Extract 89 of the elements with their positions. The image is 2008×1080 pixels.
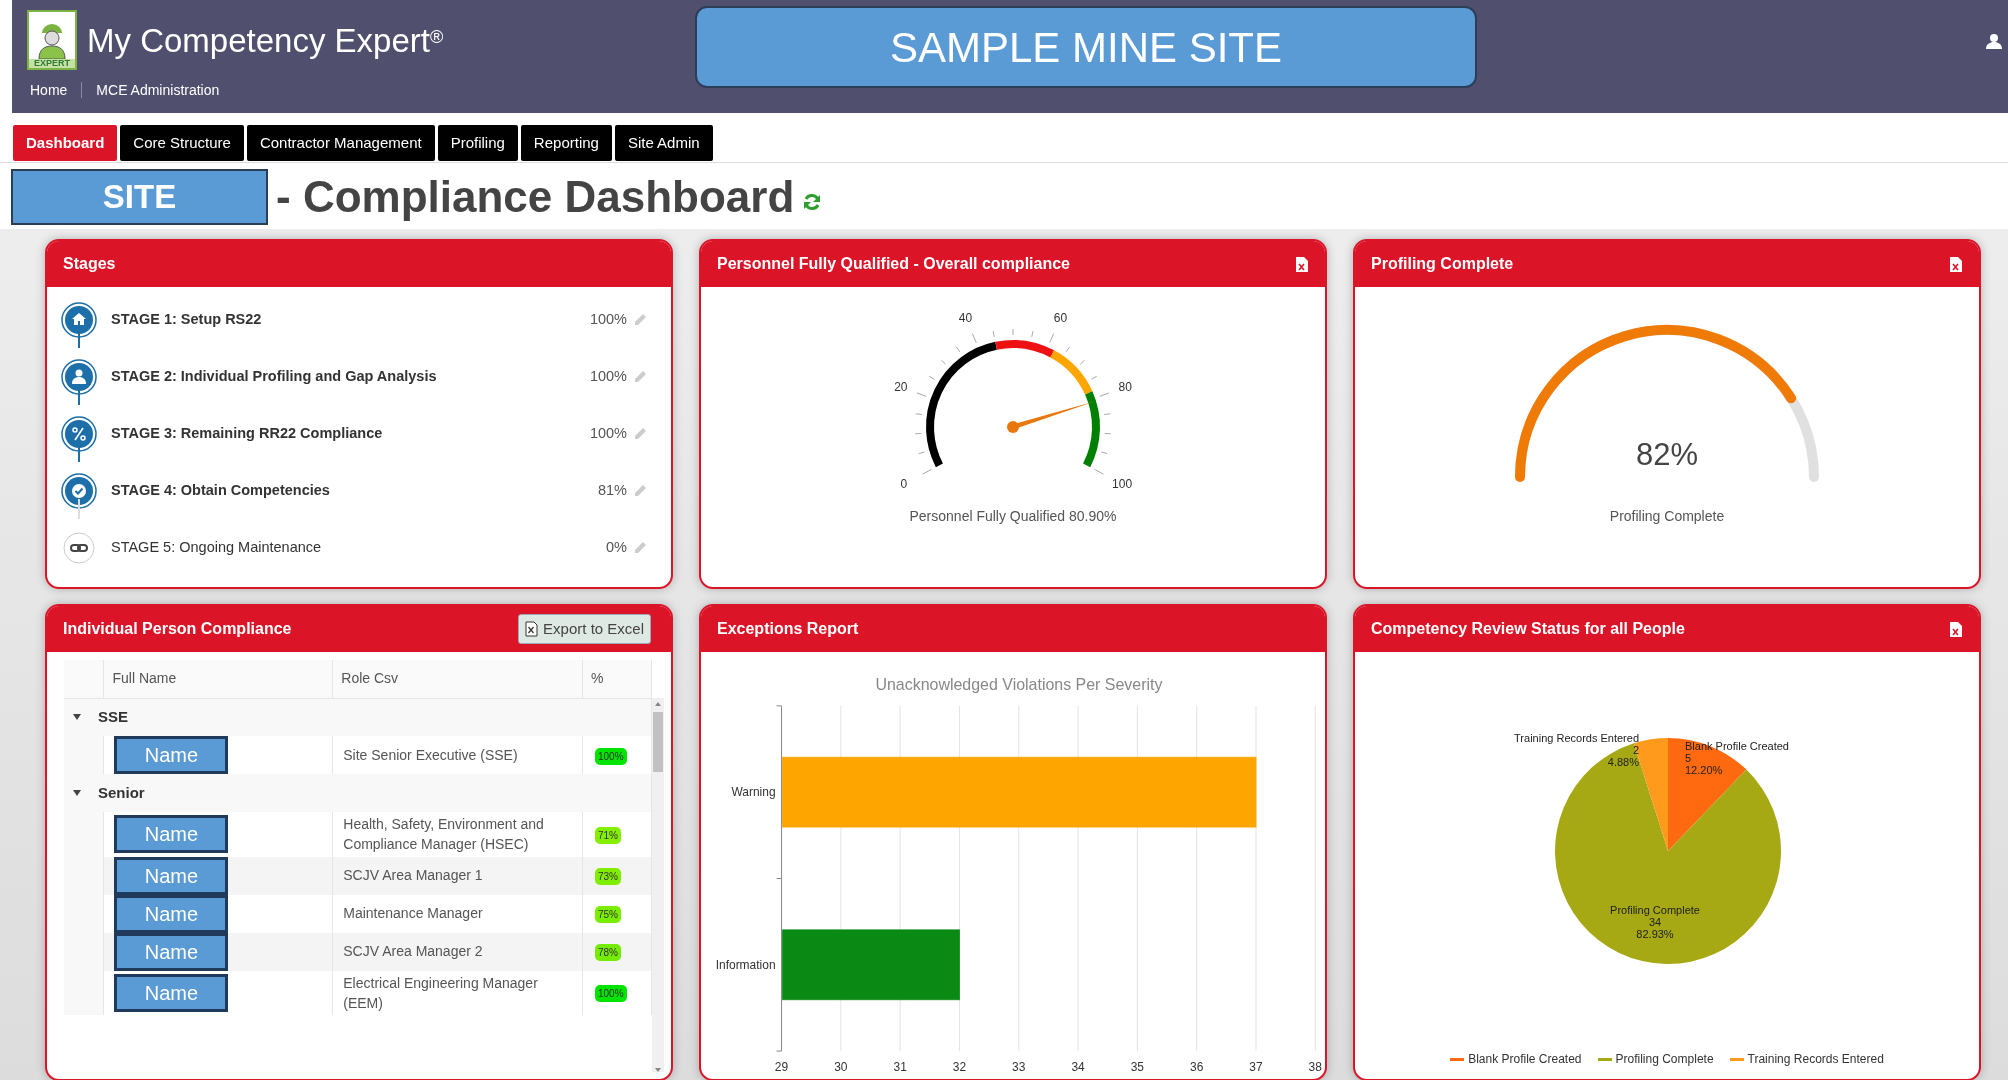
group-label: SSE: [98, 707, 128, 727]
percent-badge: 73%: [595, 868, 621, 886]
panel-title: Competency Review Status for all People: [1371, 619, 1685, 639]
axis-tick-label: 30: [834, 1060, 848, 1074]
column-header[interactable]: Role Csv: [341, 670, 399, 687]
gauge-tick-label: 0: [900, 476, 908, 491]
stage-label: STAGE 4: Obtain Competencies: [111, 480, 331, 500]
logo-text: EXPERT: [29, 59, 75, 68]
axis-category-label: Information: [715, 957, 776, 972]
stage-label: STAGE 2: Individual Profiling and Gap Analysis: [111, 366, 438, 386]
stage-percent: 0%: [606, 537, 627, 557]
slice-label: 82.93%: [1636, 928, 1674, 940]
export-button[interactable]: Export to Excel: [518, 613, 651, 645]
percent-badge: 100%: [595, 985, 627, 1003]
caret-down-icon[interactable]: [72, 788, 82, 798]
refresh-icon[interactable]: [802, 191, 823, 212]
role-cell: SCJV Area Manager 1: [343, 867, 483, 884]
excel-file-icon[interactable]: [1295, 255, 1309, 273]
slice-label: 34: [1648, 916, 1662, 928]
panel-title: Profiling Complete: [1371, 254, 1514, 274]
panel-title: Personnel Fully Qualified - Overall compliance: [717, 254, 1070, 274]
tab[interactable]: Core Structure: [120, 125, 244, 161]
axis-tick-label: 32: [952, 1060, 967, 1074]
gauge-tick-label: 20: [894, 380, 908, 395]
group-label: Senior: [98, 782, 145, 803]
role-cell: Electrical Engineering Manager (EEM): [343, 974, 538, 1011]
axis-tick-label: 31: [893, 1060, 907, 1074]
axis-category-label: Warning: [731, 785, 776, 800]
slice-label: Blank Profile Created: [1685, 740, 1789, 752]
gauge-caption: Personnel Fully Qualified 80.90%: [909, 508, 1117, 524]
axis-tick-label: 38: [1308, 1060, 1322, 1074]
panel-title: Exceptions Report: [717, 619, 859, 639]
axis-tick-label: 33: [1012, 1060, 1026, 1074]
slice-label: 12.20%: [1685, 764, 1723, 776]
gauge-tick-label: 80: [1118, 380, 1132, 395]
percent-badge: 78%: [595, 944, 621, 962]
scrollbar[interactable]: [652, 698, 664, 1072]
role-cell: SCJV Area Manager 2: [343, 943, 483, 960]
role-cell: Site Senior Executive (SSE): [343, 746, 518, 763]
tab[interactable]: Reporting: [520, 125, 612, 161]
axis-tick-label: 29: [774, 1060, 789, 1074]
panel-title: Stages: [63, 254, 116, 274]
stage-percent: 81%: [597, 480, 627, 500]
nav-link[interactable]: MCE Administration: [96, 80, 220, 101]
gauge-tick-label: 100: [1112, 476, 1133, 491]
tab[interactable]: Site Admin: [614, 125, 713, 161]
app-title: My Competency Expert$^{®}$: [87, 23, 444, 57]
slice-label: Profiling Complete: [1610, 904, 1700, 916]
slice-label: 2: [1632, 744, 1639, 756]
stage-percent: 100%: [589, 309, 627, 329]
axis-tick-label: 37: [1249, 1060, 1263, 1074]
legend-item[interactable]: Training Records Entered: [1729, 1050, 1884, 1068]
stage-percent: 100%: [589, 423, 627, 443]
stage-percent: 100%: [589, 366, 627, 386]
percent-badge: 75%: [595, 906, 621, 924]
gauge-tick-label: 40: [958, 310, 973, 325]
legend-item[interactable]: Blank Profile Created: [1450, 1050, 1582, 1068]
progress-value: 82%: [1636, 437, 1698, 472]
axis-tick-label: 34: [1071, 1060, 1085, 1074]
role-cell: Health, Safety, Environment and Compliance Manager (HSEC): [343, 816, 544, 853]
excel-file-icon[interactable]: [1949, 255, 1963, 273]
excel-file-icon: [525, 621, 539, 637]
axis-tick-label: 36: [1190, 1060, 1204, 1074]
site-label: SITE: [11, 168, 268, 225]
page-title: - Compliance Dashboard: [276, 170, 795, 223]
tab[interactable]: Dashboard: [13, 125, 118, 161]
percent-badge: 100%: [595, 747, 627, 765]
tab[interactable]: Contractor Management: [246, 125, 435, 161]
role-cell: Maintenance Manager: [343, 905, 483, 922]
nav-link[interactable]: Home: [30, 80, 68, 101]
stage-label: STAGE 3: Remaining RR22 Compliance: [111, 423, 384, 443]
slice-label: 5: [1685, 752, 1692, 764]
axis-tick-label: 35: [1130, 1060, 1145, 1074]
panel-title: Individual Person Compliance: [63, 619, 292, 639]
excel-file-icon[interactable]: [1949, 620, 1963, 638]
legend-item[interactable]: Profiling Complete: [1597, 1050, 1714, 1068]
stage-label: STAGE 5: Ongoing Maintenance: [111, 537, 323, 557]
percent-badge: 71%: [595, 826, 621, 844]
gauge-tick-label: 60: [1053, 310, 1068, 325]
column-header[interactable]: Full Name: [112, 670, 177, 687]
site-banner: SAMPLE MINE SITE: [695, 6, 1477, 88]
user-icon[interactable]: [1986, 33, 2002, 49]
gauge-caption: Profiling Complete: [1609, 508, 1725, 524]
slice-label: 4.88%: [1607, 756, 1639, 768]
tab[interactable]: Profiling: [437, 125, 518, 161]
column-header[interactable]: %: [591, 670, 604, 687]
slice-label: Training Records Entered: [1514, 732, 1639, 744]
chart-title: Unacknowledged Violations Per Severity: [875, 675, 1163, 693]
stage-label: STAGE 1: Setup RS22: [111, 309, 263, 329]
